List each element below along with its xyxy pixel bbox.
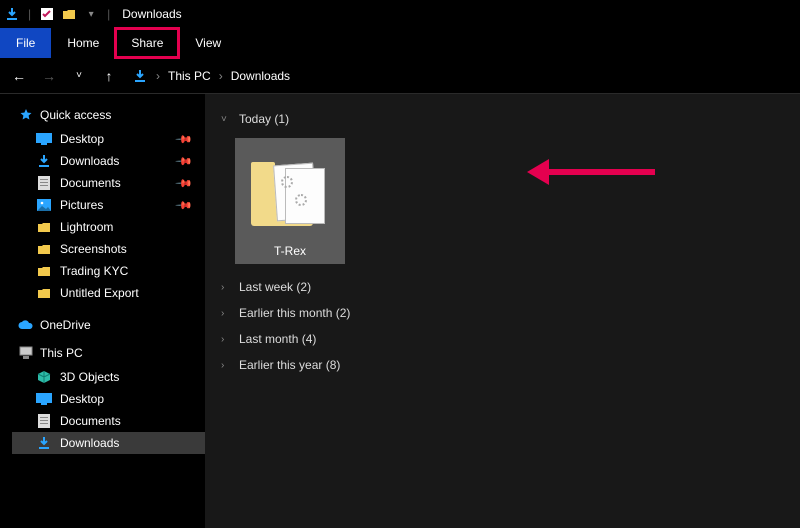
sidebar-item-lightroom[interactable]: Lightroom — [12, 216, 205, 238]
ribbon-tabs: File Home Share View — [0, 28, 800, 58]
chevron-right-icon: › — [221, 282, 231, 293]
chevron-right-icon: › — [156, 69, 160, 83]
file-item-t-rex[interactable]: T-Rex — [235, 138, 345, 264]
sidebar-item-label: Screenshots — [60, 242, 127, 256]
sidebar-group-onedrive: OneDrive — [12, 318, 205, 332]
sidebar-item-label: Documents — [60, 176, 121, 190]
download-icon — [36, 154, 52, 168]
sidebar-head-label: Quick access — [40, 108, 111, 122]
nav-up[interactable]: ↑ — [100, 68, 118, 84]
sidebar-item-untitled-export[interactable]: Untitled Export — [12, 282, 205, 304]
group-earlier-this-year[interactable]: › Earlier this year (8) — [221, 352, 784, 378]
tab-home[interactable]: Home — [51, 28, 115, 58]
nav-recent[interactable]: ˅ — [70, 70, 88, 81]
chevron-down-icon[interactable]: ▾ — [83, 7, 99, 21]
folder-icon — [36, 264, 52, 278]
sidebar-item-trading-kyc[interactable]: Trading KYC — [12, 260, 205, 282]
cloud-icon — [18, 318, 34, 332]
sidebar-item-label: 3D Objects — [60, 370, 119, 384]
pin-icon: 📌 — [175, 174, 194, 193]
pin-icon: 📌 — [175, 130, 194, 149]
sidebar-head-this-pc[interactable]: This PC — [12, 346, 205, 360]
group-last-week[interactable]: › Last week (2) — [221, 274, 784, 300]
nav-arrows: ← → ˅ ↑ — [10, 68, 118, 84]
window-title: Downloads — [122, 7, 181, 21]
pictures-icon — [36, 198, 52, 212]
chevron-right-icon: › — [221, 360, 231, 371]
content-pane[interactable]: ˅ Today (1) T-Rex › Last week (2) › Earl… — [205, 94, 800, 528]
sidebar-item-label: Lightroom — [60, 220, 113, 234]
sidebar-item-screenshots[interactable]: Screenshots — [12, 238, 205, 260]
separator: | — [28, 7, 31, 21]
folder-small-icon[interactable] — [61, 7, 77, 21]
properties-icon[interactable] — [39, 7, 55, 21]
sidebar-item-downloads[interactable]: Downloads 📌 — [12, 150, 205, 172]
sidebar-item-pc-documents[interactable]: Documents — [12, 410, 205, 432]
group-label: Earlier this month (2) — [239, 306, 350, 320]
sidebar: Quick access Desktop 📌 Downloads 📌 Docum… — [0, 94, 205, 528]
chevron-right-icon: › — [221, 334, 231, 345]
nav-forward: → — [40, 68, 58, 84]
tab-share[interactable]: Share — [115, 28, 179, 58]
sidebar-item-pc-desktop[interactable]: Desktop — [12, 388, 205, 410]
sidebar-item-pictures[interactable]: Pictures 📌 — [12, 194, 205, 216]
desktop-icon — [36, 392, 52, 406]
download-icon — [132, 69, 148, 83]
pin-icon: 📌 — [175, 196, 194, 215]
pin-icon: 📌 — [175, 152, 194, 171]
cube-icon — [36, 370, 52, 384]
sidebar-item-label: Trading KYC — [60, 264, 128, 278]
sidebar-item-label: Pictures — [60, 198, 103, 212]
group-label: Today (1) — [239, 112, 289, 126]
breadcrumb[interactable]: › This PC › Downloads — [132, 69, 290, 83]
annotation-arrow — [545, 169, 655, 175]
sidebar-item-desktop[interactable]: Desktop 📌 — [12, 128, 205, 150]
group-earlier-this-month[interactable]: › Earlier this month (2) — [221, 300, 784, 326]
main-area: Quick access Desktop 📌 Downloads 📌 Docum… — [0, 94, 800, 528]
group-label: Last month (4) — [239, 332, 316, 346]
nav-back[interactable]: ← — [10, 68, 28, 84]
desktop-icon — [36, 132, 52, 146]
group-today[interactable]: ˅ Today (1) — [221, 106, 784, 132]
address-bar: ← → ˅ ↑ › This PC › Downloads — [0, 58, 800, 94]
sidebar-head-label: OneDrive — [40, 318, 91, 332]
chevron-right-icon: › — [219, 69, 223, 83]
app-icon-download — [4, 7, 20, 21]
chevron-right-icon: › — [221, 308, 231, 319]
group-label: Earlier this year (8) — [239, 358, 340, 372]
theme-folder-icon — [251, 160, 329, 238]
sidebar-item-3d-objects[interactable]: 3D Objects — [12, 366, 205, 388]
sidebar-group-quick-access: Quick access Desktop 📌 Downloads 📌 Docum… — [12, 108, 205, 304]
title-bar: | ▾ | Downloads — [0, 0, 800, 28]
folder-icon — [36, 220, 52, 234]
sidebar-item-label: Untitled Export — [60, 286, 139, 300]
sidebar-item-label: Desktop — [60, 132, 104, 146]
chevron-down-icon: ˅ — [221, 114, 231, 125]
group-last-month[interactable]: › Last month (4) — [221, 326, 784, 352]
sidebar-head-label: This PC — [40, 346, 83, 360]
documents-icon — [36, 414, 52, 428]
group-label: Last week (2) — [239, 280, 311, 294]
sidebar-item-documents[interactable]: Documents 📌 — [12, 172, 205, 194]
sidebar-item-pc-downloads[interactable]: Downloads — [12, 432, 205, 454]
tab-view[interactable]: View — [179, 28, 237, 58]
sidebar-item-label: Downloads — [60, 154, 119, 168]
breadcrumb-downloads[interactable]: Downloads — [231, 69, 290, 83]
separator: | — [107, 7, 110, 21]
sidebar-head-onedrive[interactable]: OneDrive — [12, 318, 205, 332]
sidebar-item-label: Downloads — [60, 436, 119, 450]
sidebar-item-label: Documents — [60, 414, 121, 428]
pc-icon — [18, 346, 34, 360]
folder-icon — [36, 242, 52, 256]
documents-icon — [36, 176, 52, 190]
star-icon — [18, 108, 34, 122]
breadcrumb-this-pc[interactable]: This PC — [168, 69, 211, 83]
download-icon — [36, 436, 52, 450]
sidebar-head-quick-access[interactable]: Quick access — [12, 108, 205, 122]
tab-file[interactable]: File — [0, 28, 51, 58]
folder-icon — [36, 286, 52, 300]
sidebar-group-this-pc: This PC 3D Objects Desktop Documents Dow… — [12, 346, 205, 454]
file-item-label: T-Rex — [274, 244, 306, 258]
sidebar-item-label: Desktop — [60, 392, 104, 406]
